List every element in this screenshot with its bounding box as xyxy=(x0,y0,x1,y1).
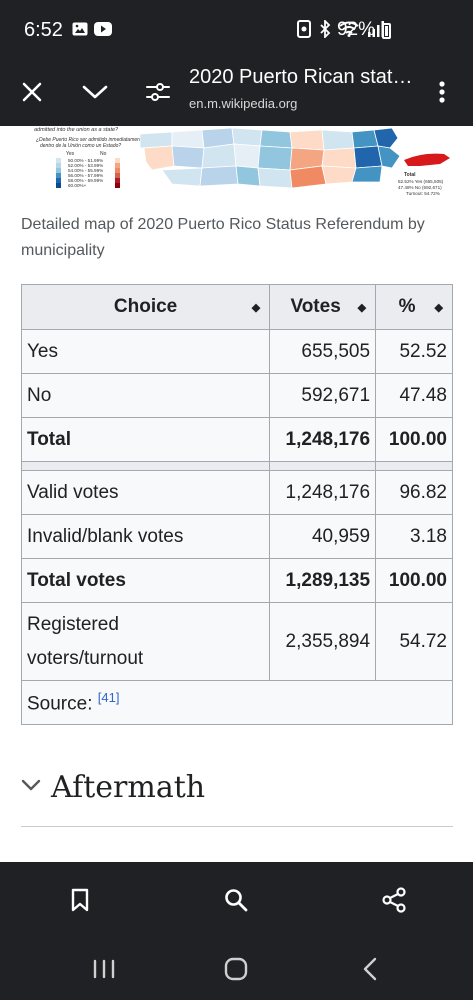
table-source-row: Source: [41] xyxy=(21,680,453,725)
table-separator xyxy=(20,461,453,471)
chevron-down-icon[interactable] xyxy=(80,78,110,106)
header-votes[interactable]: Votes ◆ xyxy=(269,284,377,330)
map-total-no: 47.48% No (592,671) xyxy=(398,185,442,190)
header-percent[interactable]: % ◆ xyxy=(375,284,453,330)
percent-cell: 96.82 xyxy=(375,470,453,515)
percent-cell: 52.52 xyxy=(375,329,453,374)
source-reference-link[interactable]: [41] xyxy=(98,690,120,705)
recents-icon[interactable] xyxy=(90,956,118,982)
legend-yes: Yes xyxy=(66,151,75,157)
choice-cell: Total votes xyxy=(20,558,271,603)
tune-icon[interactable] xyxy=(144,78,172,106)
choice-cell: Total xyxy=(20,417,271,462)
table-row: Yes 655,505 52.52 xyxy=(20,329,453,374)
votes-cell: 40,959 xyxy=(269,514,377,559)
map-caption: Detailed map of 2020 Puerto Rico Status … xyxy=(21,216,425,259)
sort-icon: ◆ xyxy=(357,301,367,314)
legend-no: No xyxy=(100,151,107,157)
choice-cell: Valid votes xyxy=(20,470,271,515)
battery-icon xyxy=(382,23,391,39)
status-time: 6:52 xyxy=(24,19,63,41)
home-icon[interactable] xyxy=(222,956,250,982)
votes-cell: 592,671 xyxy=(269,373,377,418)
choice-cell: Yes xyxy=(20,329,271,374)
bluetooth-icon xyxy=(319,18,331,43)
municipality-map xyxy=(139,127,401,189)
share-icon[interactable] xyxy=(380,886,408,914)
sort-icon: ◆ xyxy=(251,301,261,314)
percent-cell: 47.48 xyxy=(375,373,453,418)
table-row: No 592,671 47.48 xyxy=(20,373,453,418)
percent-cell: 100.00 xyxy=(375,558,453,603)
source-label: Source: xyxy=(27,693,93,715)
map-spanish-line2: dentro de la Unión como un Estado? xyxy=(40,143,121,149)
votes-cell: 1,248,176 xyxy=(269,417,377,462)
header-choice[interactable]: Choice ◆ xyxy=(20,284,271,330)
referendum-map[interactable]: admitted into the union as a state? ¿Deb… xyxy=(22,126,452,202)
page-url[interactable]: en.m.wikipedia.org xyxy=(189,96,297,111)
table-row: Invalid/blank votes 40,959 3.18 xyxy=(20,514,453,559)
choice-cell: Invalid/blank votes xyxy=(20,514,271,559)
choice-cell: No xyxy=(20,373,271,418)
map-total-yes: 52.52% Yes (655,505) xyxy=(398,179,444,184)
map-question: admitted into the union as a state? xyxy=(34,127,119,133)
map-total-label: Total xyxy=(404,172,416,178)
table-row: Total 1,248,176 100.00 xyxy=(20,417,453,462)
table-row: Valid votes 1,248,176 96.82 xyxy=(20,470,453,515)
page-title[interactable]: 2020 Puerto Rican status referendum xyxy=(189,66,423,89)
sort-icon: ◆ xyxy=(434,301,443,314)
status-bar: 6:52 92% xyxy=(0,0,473,58)
votes-cell: 655,505 xyxy=(269,329,377,374)
nfc-icon xyxy=(297,20,311,43)
legend-range-6: 60.00%+ xyxy=(68,183,87,188)
search-icon[interactable] xyxy=(222,886,250,914)
section-divider xyxy=(21,826,453,827)
bookmark-icon[interactable] xyxy=(66,886,94,914)
image-icon xyxy=(72,22,88,41)
results-table: Choice ◆ Votes ◆ % ◆ Yes 655,505 52.52 No 5… xyxy=(20,284,453,725)
percent-cell: 3.18 xyxy=(375,514,453,559)
battery-percent: 92% xyxy=(336,19,375,40)
section-aftermath-header[interactable]: Aftermath xyxy=(21,770,205,805)
chevron-down-icon xyxy=(21,778,41,797)
votes-cell: 1,248,176 xyxy=(269,470,377,515)
table-row: Registered voters/turnout 2,355,894 54.7… xyxy=(20,602,453,681)
percent-cell: 100.00 xyxy=(375,417,453,462)
more-vert-icon[interactable] xyxy=(432,78,452,106)
system-nav-bar xyxy=(0,938,473,1000)
votes-cell: 1,289,135 xyxy=(269,558,377,603)
back-icon[interactable] xyxy=(356,956,384,982)
votes-cell: 2,355,894 xyxy=(269,602,377,681)
table-row: Total votes 1,289,135 100.00 xyxy=(20,558,453,603)
section-title: Aftermath xyxy=(51,770,206,805)
browser-toolbar: 2020 Puerto Rican status referendum en.m… xyxy=(0,58,473,126)
total-island-shape xyxy=(404,153,450,166)
choice-cell: Registered voters/turnout xyxy=(20,602,271,681)
map-turnout: Turnout: 54.72% xyxy=(406,191,440,196)
bottom-toolbar xyxy=(0,862,473,938)
percent-cell: 54.72 xyxy=(375,602,453,681)
youtube-icon xyxy=(94,22,112,41)
close-icon[interactable] xyxy=(18,78,46,106)
